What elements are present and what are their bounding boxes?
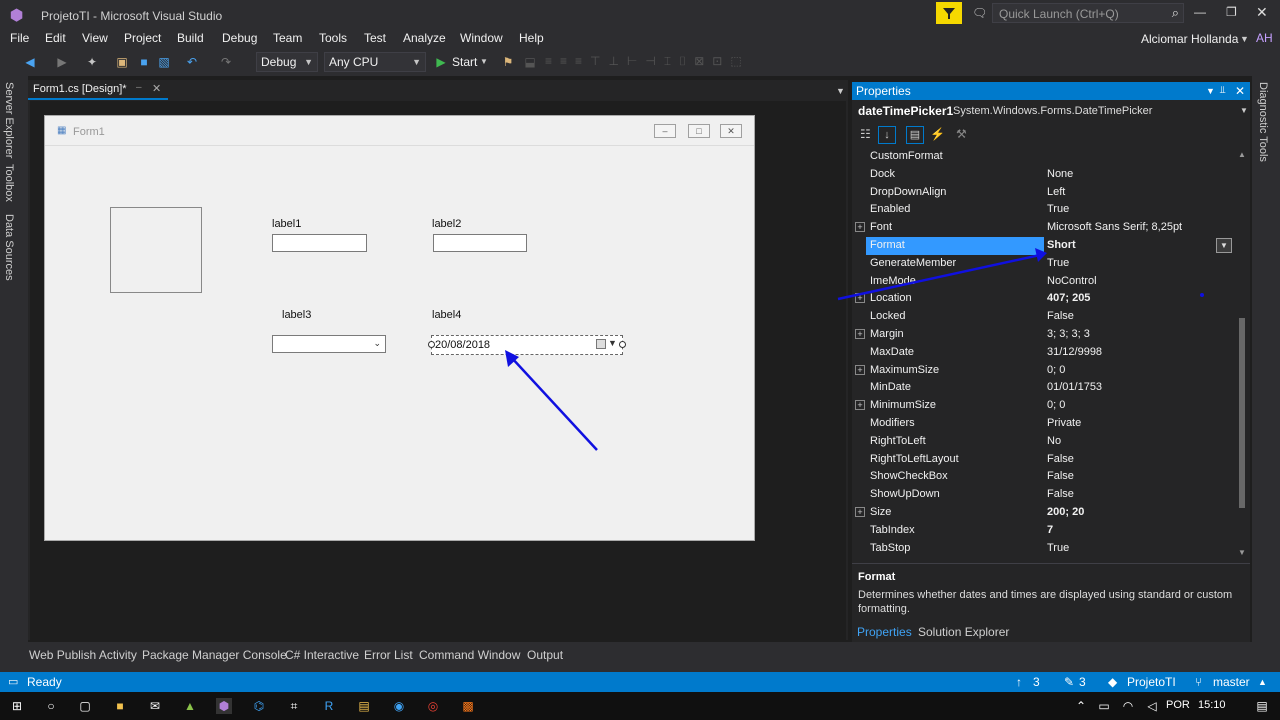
visual-studio-taskbar-icon[interactable]: ⬢ — [216, 698, 232, 714]
battery-icon[interactable]: ▭ — [1096, 698, 1112, 714]
calculator-icon[interactable]: ⌗ — [286, 698, 302, 714]
r-studio-icon[interactable]: R — [321, 698, 337, 714]
unpushed-count[interactable]: 3 — [1033, 672, 1040, 692]
wifi-icon[interactable]: ◠ — [1120, 698, 1136, 714]
input-language[interactable]: POR — [1166, 699, 1190, 711]
tab-web-publish-activity[interactable]: Web Publish Activity — [29, 648, 137, 662]
recorder-icon[interactable]: ▩ — [460, 698, 476, 714]
vscode-icon[interactable]: ⌬ — [251, 698, 267, 714]
tab-error-list[interactable]: Error List — [364, 648, 413, 662]
mail-icon[interactable]: ✉ — [147, 698, 163, 714]
branch-icon: ⑂ — [1195, 675, 1203, 689]
status-text: Ready — [27, 675, 62, 689]
tray-chevron-icon[interactable]: ⌃ — [1073, 698, 1089, 714]
cortana-icon[interactable]: ○ — [43, 698, 59, 714]
status-icon: ▭ — [8, 676, 19, 688]
maps-icon[interactable]: ◉ — [391, 698, 407, 714]
chrome-icon[interactable]: ◎ — [425, 698, 441, 714]
tab-csharp-interactive[interactable]: C# Interactive — [285, 648, 359, 662]
clock-time[interactable]: 15:10 — [1198, 699, 1226, 711]
project-name[interactable]: ProjetoTI — [1127, 672, 1176, 692]
pencil-icon: ✎ — [1064, 675, 1075, 689]
tab-output[interactable]: Output — [527, 648, 563, 662]
volume-icon[interactable]: ◁ — [1144, 698, 1160, 714]
annotation-dot — [1200, 293, 1204, 297]
branch-name[interactable]: master — [1213, 672, 1250, 692]
date-arrow-line — [510, 356, 598, 451]
android-studio-icon[interactable]: ▲ — [182, 698, 198, 714]
action-center-icon[interactable]: ▤ — [1254, 698, 1270, 714]
file-explorer-icon[interactable]: ■ — [112, 698, 128, 714]
format-arrow-head — [1035, 248, 1047, 262]
annotation-arrows — [505, 248, 1204, 451]
arrow-up-icon: ↑ — [1016, 675, 1022, 689]
branch-dropdown-icon[interactable]: ▲ — [1258, 672, 1267, 692]
tab-command-window[interactable]: Command Window — [419, 648, 520, 662]
status-bar: ▭ Ready ↑ 3 ✎ 3 ◆ ProjetoTI ⑂ master ▲ — [0, 672, 1280, 692]
sticky-notes-icon[interactable]: ▤ — [356, 698, 372, 714]
task-view-icon[interactable]: ▢ — [77, 698, 93, 714]
pending-changes-count[interactable]: 3 — [1079, 672, 1086, 692]
format-arrow-line — [837, 253, 1041, 301]
tab-package-manager-console[interactable]: Package Manager Console — [142, 648, 287, 662]
windows-start-icon[interactable]: ⊞ — [9, 698, 25, 714]
repo-icon: ◆ — [1108, 675, 1118, 689]
